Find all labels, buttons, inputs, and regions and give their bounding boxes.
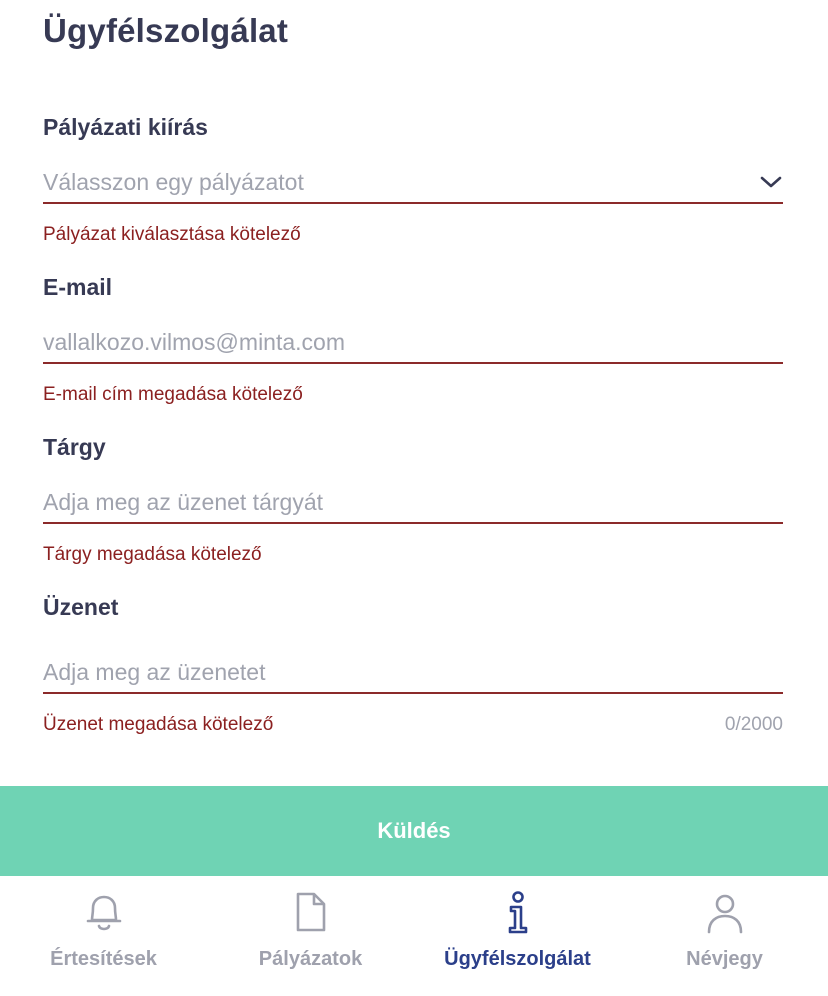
message-counter: 0/2000 [724, 714, 783, 735]
bell-icon [86, 895, 121, 931]
tender-error: Pályázat kiválasztása kötelező [43, 224, 301, 245]
subject-error: Tárgy megadása kötelező [43, 544, 262, 565]
tab-nevjegy[interactable]: Névjegy [621, 876, 828, 996]
page-title: Ügyfélszolgálat [43, 12, 289, 49]
tender-label: Pályázati kiírás [43, 114, 208, 140]
email-field: E-mail E-mail cím megadása kötelező [43, 272, 783, 405]
email-label: E-mail [43, 274, 113, 300]
tab-ertesitesek-label: Értesítések [50, 948, 157, 970]
tab-ugyfelszolgalat-label: Ügyfélszolgálat [444, 948, 591, 970]
bottom-tab-bar: Értesítések Pályázatok Ügyfélszolgálat N… [0, 876, 828, 996]
tender-select-placeholder: Válasszon egy pályázatot [43, 169, 304, 195]
tab-palyazatok-label: Pályázatok [258, 948, 363, 970]
tab-ugyfelszolgalat[interactable]: Ügyfélszolgálat [414, 876, 621, 996]
tender-select[interactable]: Válasszon egy pályázatot [43, 162, 783, 204]
message-input-wrapper [43, 652, 783, 694]
tender-field: Pályázati kiírás Válasszon egy pályázato… [43, 112, 783, 245]
submit-button[interactable]: Küldés [0, 786, 828, 876]
email-input-wrapper [43, 322, 783, 364]
person-icon [707, 894, 742, 934]
chevron-down-icon [760, 176, 782, 188]
tab-palyazatok[interactable]: Pályázatok [207, 876, 414, 996]
message-field: Üzenet Üzenet megadása kötelező 0/2000 [43, 592, 783, 735]
message-label: Üzenet [43, 594, 119, 620]
subject-input-wrapper [43, 482, 783, 524]
subject-input[interactable] [43, 482, 723, 522]
email-error: E-mail cím megadása kötelező [43, 384, 303, 405]
tab-nevjegy-label: Névjegy [686, 948, 763, 970]
tab-ertesitesek[interactable]: Értesítések [0, 876, 207, 996]
email-input[interactable] [43, 322, 723, 362]
message-error: Üzenet megadása kötelező [43, 714, 274, 735]
subject-label: Tárgy [43, 434, 106, 460]
message-input[interactable] [43, 652, 723, 692]
info-icon [508, 891, 527, 934]
document-icon [296, 892, 325, 932]
subject-field: Tárgy Tárgy megadása kötelező [43, 432, 783, 565]
